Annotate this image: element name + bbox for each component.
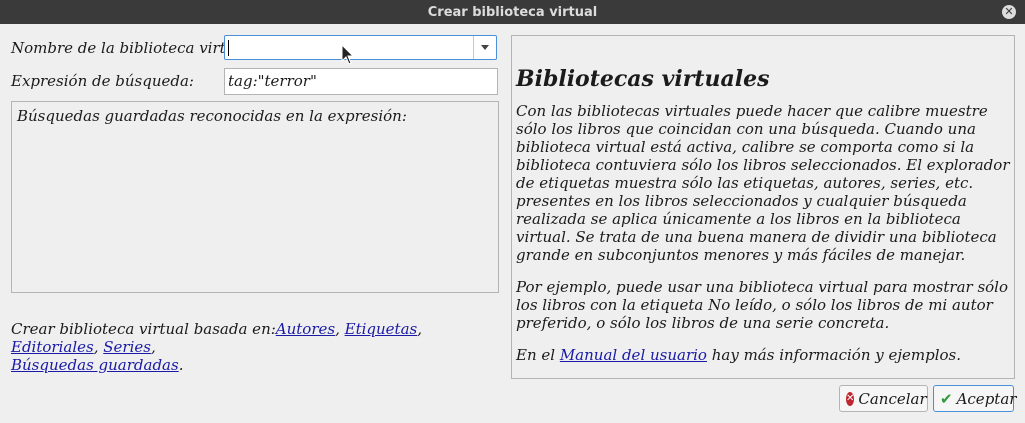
library-name-combobox[interactable] (224, 35, 497, 60)
link-busquedas-guardadas[interactable]: Búsquedas guardadas (11, 356, 179, 374)
create-based-suffix: . (178, 356, 184, 374)
cancel-button-label: Cancelar (858, 389, 927, 408)
create-based-prefix: Crear biblioteca virtual basada en: (11, 320, 276, 338)
accept-button-label: Aceptar (956, 389, 1017, 408)
check-icon: ✔ (940, 389, 953, 408)
help-panel: Bibliotecas virtuales Con las biblioteca… (511, 35, 1015, 379)
saved-searches-box: Búsquedas guardadas reconocidas en la ex… (11, 101, 499, 293)
search-expression-input[interactable]: tag:"terror" (224, 68, 498, 95)
link-autores[interactable]: Autores (276, 320, 335, 338)
help-paragraph-2: Por ejemplo, puede usar una biblioteca v… (516, 278, 1009, 332)
link-etiquetas[interactable]: Etiquetas (345, 320, 418, 338)
link-editoriales[interactable]: Editoriales (11, 338, 94, 356)
close-icon[interactable]: ✕ (1002, 5, 1016, 19)
create-based-on: Crear biblioteca virtual basada en:Autor… (11, 320, 422, 374)
chevron-down-icon[interactable] (473, 36, 496, 59)
library-name-label: Nombre de la biblioteca virtual: (11, 39, 255, 57)
link-series[interactable]: Series (103, 338, 151, 356)
help-p3-suffix: hay más información y ejemplos. (706, 346, 962, 364)
mouse-pointer-icon (341, 44, 355, 65)
search-expression-label: Expresión de búsqueda: (11, 72, 194, 90)
cancel-button[interactable]: ✕ Cancelar (839, 385, 928, 412)
window-titlebar: Crear biblioteca virtual ✕ (0, 0, 1025, 24)
user-manual-link[interactable]: Manual del usuario (560, 346, 707, 364)
accept-button[interactable]: ✔ Aceptar (933, 385, 1017, 412)
help-heading: Bibliotecas virtuales (516, 66, 770, 92)
saved-searches-text: Búsquedas guardadas reconocidas en la ex… (17, 107, 407, 125)
help-paragraph-3: En el Manual del usuario hay más informa… (516, 346, 1010, 364)
help-p3-prefix: En el (516, 346, 560, 364)
text-caret (228, 40, 229, 56)
cancel-icon: ✕ (846, 391, 855, 406)
help-paragraph-1: Con las bibliotecas virtuales puede hace… (516, 102, 1010, 264)
window-title: Crear biblioteca virtual (427, 4, 598, 20)
